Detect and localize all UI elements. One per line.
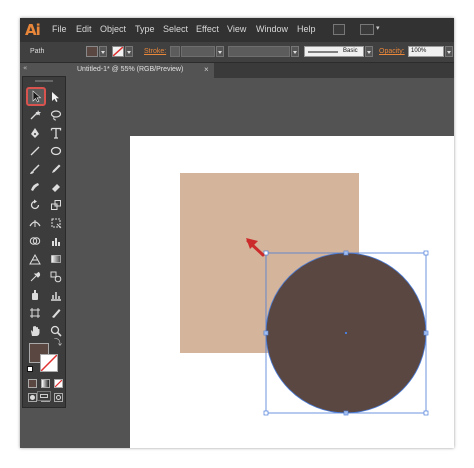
selection-tool[interactable] bbox=[26, 87, 46, 106]
pen-tool[interactable] bbox=[26, 125, 43, 139]
fill-dropdown[interactable] bbox=[99, 46, 107, 57]
menu-window[interactable]: Window bbox=[256, 24, 288, 34]
menu-bar: Ai File Edit Object Type Select Effect V… bbox=[20, 18, 454, 42]
gradient-tool[interactable] bbox=[47, 251, 64, 265]
close-tab-icon[interactable]: × bbox=[204, 65, 209, 74]
artwork-layer bbox=[180, 173, 429, 416]
arrange-dropdown-icon[interactable]: ▾ bbox=[376, 24, 380, 32]
color-mode-icon[interactable] bbox=[28, 379, 37, 388]
ellipse-tool[interactable] bbox=[47, 143, 64, 157]
lasso-tool[interactable] bbox=[47, 107, 64, 121]
document-title: Untitled-1* @ 55% (RGB/Preview) bbox=[77, 66, 184, 73]
width-tool[interactable] bbox=[26, 215, 43, 229]
brush-dropdown[interactable] bbox=[365, 46, 373, 57]
stroke-swatch[interactable] bbox=[112, 46, 124, 57]
graph-tool[interactable] bbox=[47, 233, 64, 247]
hand-tool[interactable] bbox=[26, 323, 43, 337]
stroke-weight-dropdown[interactable] bbox=[216, 46, 224, 57]
app-logo: Ai bbox=[25, 21, 41, 39]
menu-effect[interactable]: Effect bbox=[196, 24, 219, 34]
center-point bbox=[345, 332, 347, 334]
none-mode-icon[interactable] bbox=[54, 379, 63, 388]
document-tab-bar: Untitled-1* @ 55% (RGB/Preview) × bbox=[72, 63, 454, 78]
line-segment-tool[interactable] bbox=[26, 143, 43, 157]
paintbrush-tool[interactable] bbox=[26, 161, 43, 175]
menu-file[interactable]: File bbox=[52, 24, 67, 34]
canvas-area[interactable] bbox=[70, 79, 454, 448]
menu-view[interactable]: View bbox=[227, 24, 246, 34]
illustrator-window: Ai File Edit Object Type Select Effect V… bbox=[20, 18, 454, 448]
stroke-weight-stepper[interactable] bbox=[170, 46, 180, 57]
swap-fill-stroke-icon[interactable]: ⤵ bbox=[54, 337, 62, 348]
menu-type[interactable]: Type bbox=[135, 24, 155, 34]
fill-swatch[interactable] bbox=[86, 46, 98, 57]
profile-dropdown[interactable] bbox=[291, 46, 299, 57]
brush-definition[interactable]: Basic bbox=[304, 46, 364, 57]
eraser-tool[interactable] bbox=[47, 179, 64, 193]
column-graph-tool[interactable] bbox=[47, 287, 64, 301]
symbol-sprayer-tool[interactable] bbox=[26, 287, 43, 301]
default-colors-icon[interactable] bbox=[27, 366, 33, 372]
stroke-label[interactable]: Stroke: bbox=[144, 48, 166, 55]
stroke-color-box[interactable] bbox=[40, 354, 58, 372]
tools-panel: ⤵ bbox=[22, 76, 66, 408]
opacity-field[interactable]: 100% bbox=[408, 46, 444, 57]
opacity-dropdown[interactable] bbox=[445, 46, 453, 57]
zoom-tool[interactable] bbox=[47, 323, 64, 337]
menu-help[interactable]: Help bbox=[297, 24, 316, 34]
stroke-dropdown[interactable] bbox=[125, 46, 133, 57]
menu-object[interactable]: Object bbox=[100, 24, 126, 34]
screen-mode-icon[interactable] bbox=[37, 391, 51, 401]
direct-selection-tool[interactable] bbox=[47, 89, 64, 103]
type-tool[interactable] bbox=[47, 125, 64, 139]
rotate-tool[interactable] bbox=[26, 197, 43, 211]
menu-select[interactable]: Select bbox=[163, 24, 188, 34]
shape-builder-tool[interactable] bbox=[26, 233, 43, 247]
brush-label: Basic bbox=[343, 48, 358, 54]
draw-inside-icon[interactable] bbox=[54, 393, 63, 402]
document-tab[interactable]: Untitled-1* @ 55% (RGB/Preview) × bbox=[72, 63, 214, 78]
pencil-tool[interactable] bbox=[47, 161, 64, 175]
collapse-panel-icon[interactable]: « bbox=[23, 64, 27, 72]
blend-tool[interactable] bbox=[47, 269, 64, 283]
perspective-grid-tool[interactable] bbox=[26, 251, 43, 265]
stroke-weight-field[interactable] bbox=[181, 46, 215, 57]
blob-brush-tool[interactable] bbox=[26, 179, 43, 193]
arrange-documents-icon[interactable] bbox=[360, 24, 374, 35]
slice-tool[interactable] bbox=[47, 305, 64, 319]
free-transform-tool[interactable] bbox=[47, 215, 64, 229]
menu-edit[interactable]: Edit bbox=[76, 24, 92, 34]
eyedropper-tool[interactable] bbox=[26, 269, 43, 283]
control-bar: Path Stroke: Basic Opacity: 100% bbox=[20, 42, 454, 63]
draw-normal-icon[interactable] bbox=[28, 393, 37, 402]
gradient-mode-icon[interactable] bbox=[41, 379, 50, 388]
magic-wand-tool[interactable] bbox=[26, 107, 43, 121]
scale-tool[interactable] bbox=[47, 197, 64, 211]
variable-width-profile[interactable] bbox=[228, 46, 290, 57]
artboard-tool[interactable] bbox=[26, 305, 43, 319]
opacity-label[interactable]: Opacity: bbox=[379, 48, 405, 55]
bridge-icon[interactable] bbox=[333, 24, 345, 35]
selection-type-label: Path bbox=[30, 48, 45, 55]
